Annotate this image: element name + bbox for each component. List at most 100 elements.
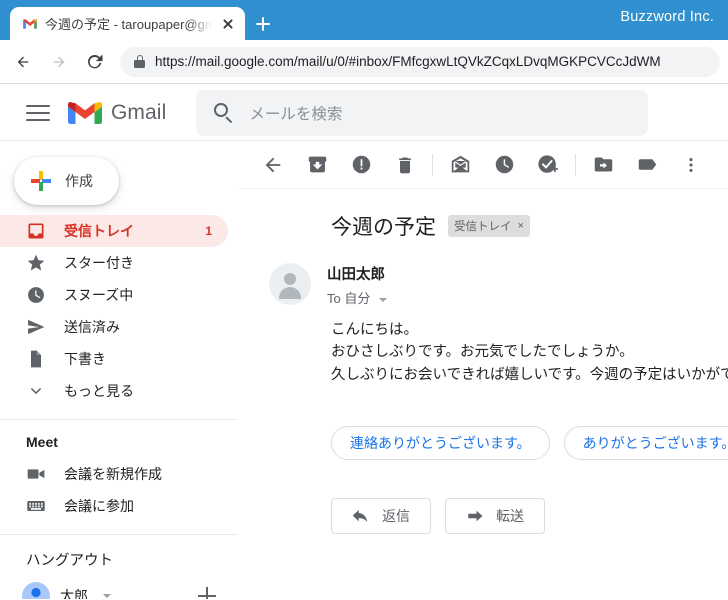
sender-name: 山田太郎 bbox=[327, 267, 385, 283]
smart-reply-button[interactable]: 連絡ありがとうございます。 bbox=[331, 426, 550, 461]
gmail-header: Gmail メールを検索 bbox=[0, 85, 728, 141]
gmail-icon bbox=[22, 16, 38, 32]
mail-body-line: 久しぶりにお会いできれば嬉しいです。今週の予定はいかがでしょう bbox=[331, 366, 728, 383]
sidebar-item-snoozed[interactable]: スヌーズ中 bbox=[0, 279, 228, 311]
send-icon bbox=[26, 317, 46, 337]
search-input[interactable]: メールを検索 bbox=[196, 89, 649, 136]
forward-arrow-icon bbox=[466, 509, 484, 523]
reply-label: 返信 bbox=[382, 508, 410, 525]
address-bar-url: https://mail.google.com/mail/u/0/#inbox/… bbox=[155, 54, 661, 69]
window-brand-label: Buzzword Inc. bbox=[620, 9, 714, 25]
arrow-right-icon bbox=[53, 56, 65, 67]
sender-row: 山田太郎 To 自分 bbox=[239, 241, 728, 307]
archive-icon[interactable] bbox=[295, 143, 339, 187]
add-to-tasks-icon[interactable] bbox=[526, 143, 570, 187]
gmail-body: 作成 受信トレイ 1 スター付き スヌーズ中 送信済み 下書き もっと見る Me… bbox=[0, 141, 728, 599]
reload-icon bbox=[88, 54, 103, 68]
reply-button[interactable]: 返信 bbox=[331, 498, 431, 535]
arrow-left-icon bbox=[17, 56, 29, 67]
toolbar-divider bbox=[432, 153, 433, 176]
browser-tab-strip: 今週の予定 - taroupaper@gmail.c Buzzword Inc. bbox=[0, 0, 728, 40]
video-camera-icon bbox=[26, 464, 46, 484]
labels-icon[interactable] bbox=[625, 143, 669, 187]
sidebar-item-label: 送信済み bbox=[64, 319, 120, 335]
delete-icon[interactable] bbox=[383, 143, 427, 187]
inbox-unread-count: 1 bbox=[205, 224, 212, 238]
label-chip-remove-icon[interactable]: × bbox=[518, 220, 524, 232]
chevron-down-icon[interactable] bbox=[103, 594, 111, 598]
report-spam-icon[interactable] bbox=[339, 143, 383, 187]
browser-nav-bar: https://mail.google.com/mail/u/0/#inbox/… bbox=[0, 40, 728, 84]
label-chip-text: 受信トレイ bbox=[454, 221, 512, 233]
compose-label: 作成 bbox=[65, 173, 93, 189]
browser-window: 今週の予定 - taroupaper@gmail.c Buzzword Inc. bbox=[0, 0, 728, 600]
mail-body-line: おひさしぶりです。お元気でしたでしょうか。 bbox=[331, 344, 634, 361]
hangouts-user-name: 太郎 bbox=[60, 588, 88, 599]
sidebar-item-drafts[interactable]: 下書き bbox=[0, 343, 228, 375]
hangouts-section-title: ハングアウト bbox=[26, 553, 113, 569]
plus-icon[interactable] bbox=[198, 587, 216, 599]
search-icon bbox=[214, 103, 233, 123]
close-icon[interactable] bbox=[219, 15, 237, 33]
mail-body: こんにちは。 おひさしぶりです。お元気でしたでしょうか。 久しぶりにお会いできれ… bbox=[239, 307, 728, 386]
mail-action-row: 返信 転送 bbox=[239, 460, 728, 535]
chevron-down-icon bbox=[26, 381, 46, 401]
back-to-inbox-icon[interactable] bbox=[251, 143, 295, 187]
back-button[interactable] bbox=[6, 45, 40, 79]
sidebar: 作成 受信トレイ 1 スター付き スヌーズ中 送信済み 下書き もっと見る Me… bbox=[0, 141, 238, 599]
search-placeholder: メールを検索 bbox=[249, 105, 343, 123]
clock-icon bbox=[26, 285, 46, 305]
smart-reply-button[interactable]: ありがとうございます。 bbox=[563, 426, 728, 461]
gmail-logo-text: Gmail bbox=[111, 100, 167, 124]
reload-button[interactable] bbox=[78, 45, 112, 79]
sender-recipient[interactable]: To 自分 bbox=[327, 288, 387, 307]
mark-unread-icon[interactable] bbox=[438, 143, 482, 187]
sidebar-item-join-meeting[interactable]: 会議に参加 bbox=[0, 490, 228, 522]
meet-section-title: Meet bbox=[26, 434, 58, 450]
chevron-down-icon[interactable] bbox=[378, 297, 387, 302]
sender-recipient-text: To 自分 bbox=[327, 291, 371, 306]
keyboard-icon bbox=[26, 496, 46, 516]
browser-tab[interactable]: 今週の予定 - taroupaper@gmail.c bbox=[10, 7, 245, 40]
label-chip[interactable]: 受信トレイ × bbox=[448, 215, 530, 237]
hangouts-user-row[interactable]: 太郎 bbox=[0, 578, 238, 599]
move-to-icon[interactable] bbox=[581, 143, 625, 187]
mail-toolbar bbox=[239, 141, 728, 189]
hamburger-icon[interactable] bbox=[14, 89, 62, 137]
mail-body-line: こんにちは。 bbox=[331, 322, 418, 338]
sidebar-item-label: 受信トレイ bbox=[64, 223, 134, 239]
new-tab-button[interactable] bbox=[245, 7, 281, 40]
gmail-logo-icon bbox=[68, 101, 102, 124]
browser-tab-title: 今週の予定 - taroupaper@gmail.c bbox=[45, 17, 212, 32]
subject-row: 今週の予定 受信トレイ × bbox=[239, 189, 728, 241]
sidebar-item-label: 会議を新規作成 bbox=[64, 466, 162, 482]
smart-reply-list: 連絡ありがとうございます。 ありがとうございます。 bbox=[239, 386, 728, 461]
gmail-logo[interactable]: Gmail bbox=[68, 100, 166, 126]
mail-reading-pane: 今週の予定 受信トレイ × 山田太郎 To 自分 こんにちは。 おひさしぶりです… bbox=[238, 141, 728, 599]
star-icon bbox=[26, 253, 46, 273]
forward-button[interactable] bbox=[42, 45, 76, 79]
sidebar-item-label: もっと見る bbox=[64, 383, 134, 399]
address-bar[interactable]: https://mail.google.com/mail/u/0/#inbox/… bbox=[120, 46, 720, 77]
gmail-app: Gmail メールを検索 作成 受信トレイ 1 スター付き スヌーズ中 送信済み… bbox=[0, 85, 728, 600]
lock-icon bbox=[134, 55, 145, 68]
sidebar-item-more[interactable]: もっと見る bbox=[0, 375, 228, 407]
sidebar-item-new-meeting[interactable]: 会議を新規作成 bbox=[0, 458, 228, 490]
sidebar-item-label: 下書き bbox=[64, 351, 106, 367]
person-avatar-icon bbox=[22, 582, 50, 599]
sidebar-item-label: スター付き bbox=[64, 255, 134, 271]
avatar bbox=[269, 263, 311, 305]
forward-label: 転送 bbox=[496, 508, 524, 525]
more-options-icon[interactable] bbox=[669, 143, 713, 187]
google-plus-icon bbox=[30, 170, 52, 192]
sidebar-item-inbox[interactable]: 受信トレイ 1 bbox=[0, 215, 228, 247]
reply-arrow-icon bbox=[352, 509, 370, 523]
sidebar-item-sent[interactable]: 送信済み bbox=[0, 311, 228, 343]
snooze-icon[interactable] bbox=[482, 143, 526, 187]
sidebar-item-label: スヌーズ中 bbox=[64, 287, 134, 303]
sidebar-item-label: 会議に参加 bbox=[64, 498, 134, 514]
sidebar-nav-list: 受信トレイ 1 スター付き スヌーズ中 送信済み 下書き もっと見る bbox=[0, 215, 238, 407]
forward-button[interactable]: 転送 bbox=[445, 498, 545, 535]
sidebar-item-starred[interactable]: スター付き bbox=[0, 247, 228, 279]
compose-button[interactable]: 作成 bbox=[14, 157, 119, 205]
